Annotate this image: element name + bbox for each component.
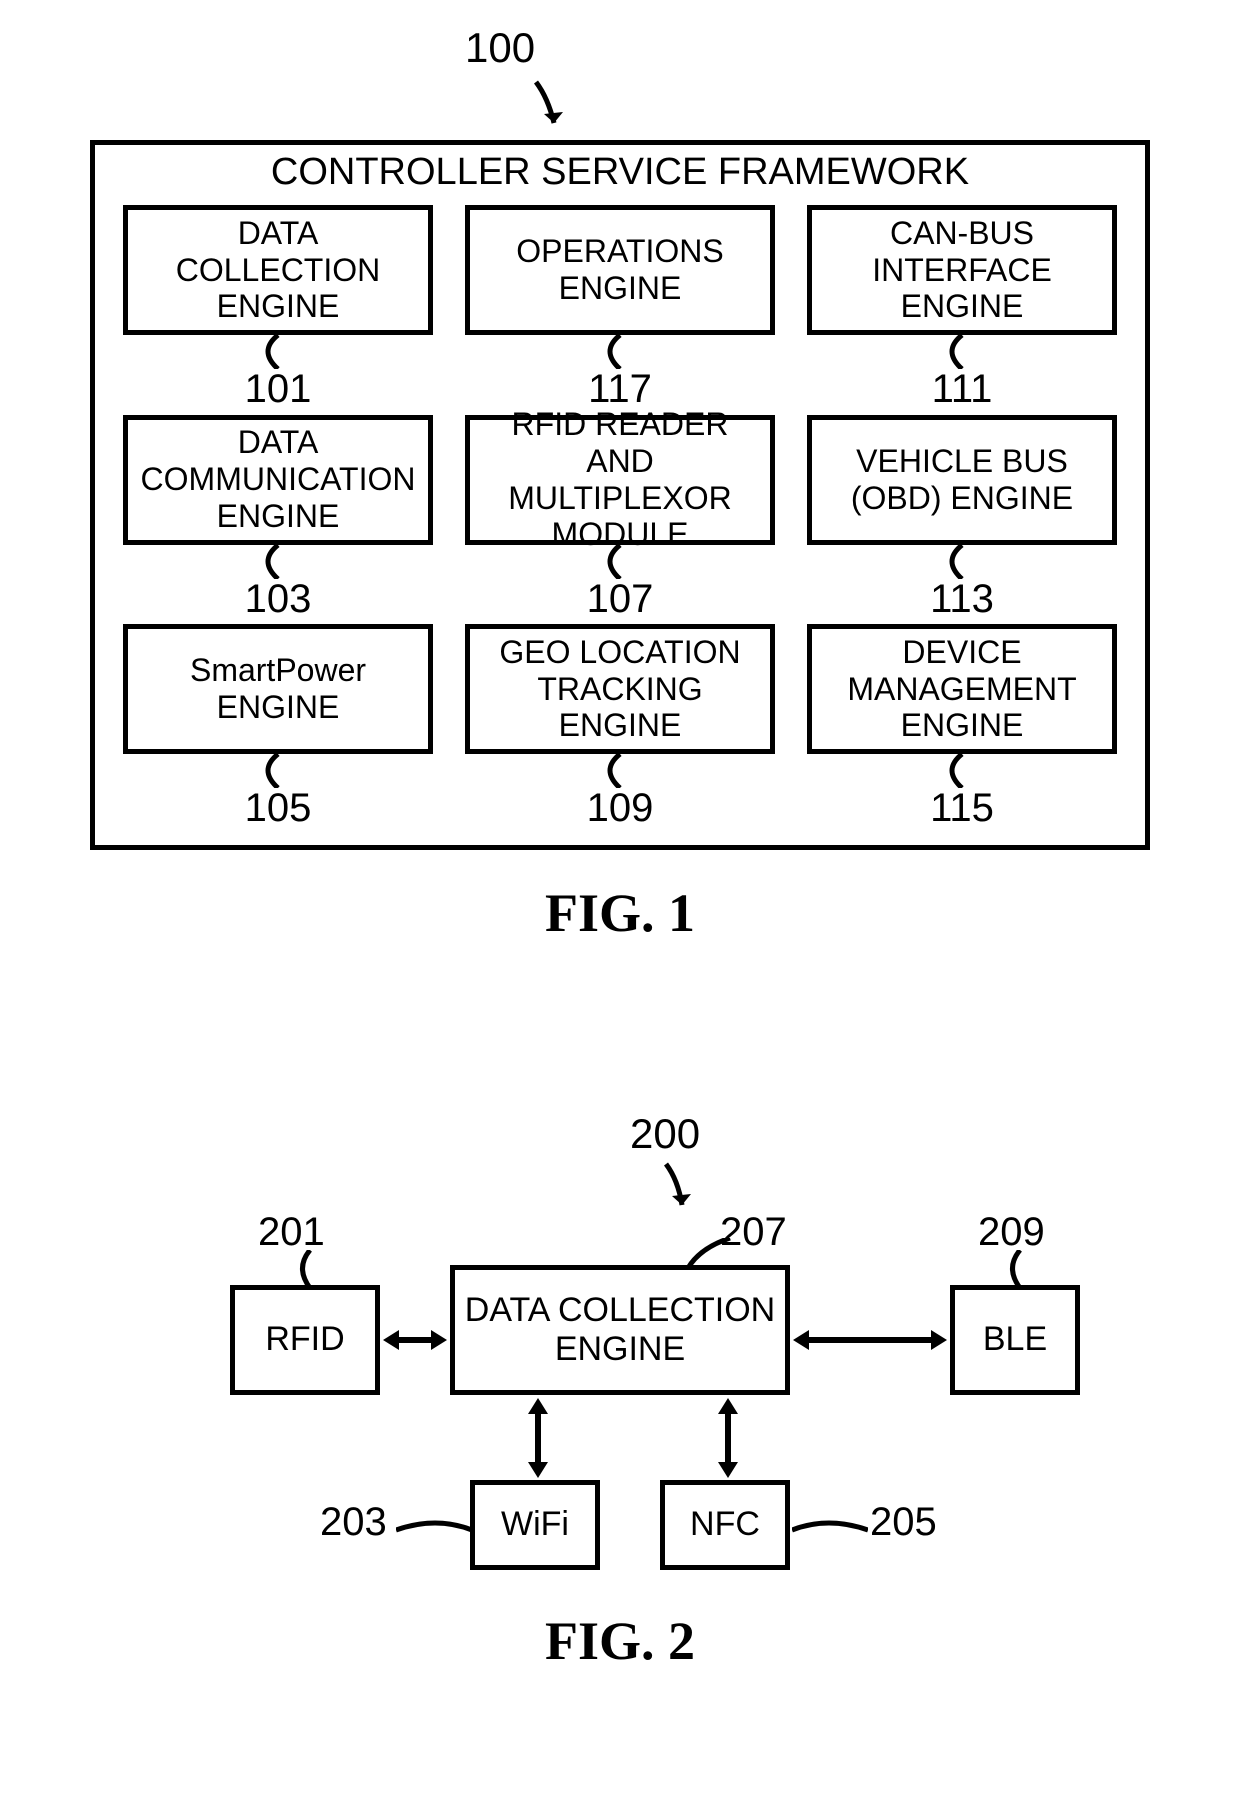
framework-cell: SmartPower ENGINE 105 xyxy=(123,624,433,831)
leader-line xyxy=(932,335,992,369)
framework-cell: OPERATIONS ENGINE 117 xyxy=(465,205,775,412)
leader-line xyxy=(590,754,650,788)
module-box: DATA COMMUNICATION ENGINE xyxy=(123,415,433,545)
module-box: CAN-BUS INTERFACE ENGINE xyxy=(807,205,1117,335)
module-ref: 107 xyxy=(465,577,775,622)
module-box: SmartPower ENGINE xyxy=(123,624,433,754)
nfc-box: NFC xyxy=(660,1480,790,1570)
double-arrow-icon xyxy=(793,1320,947,1360)
module-box: RFID READER AND MULTIPLEXOR MODULE xyxy=(465,415,775,545)
module-box: DATA COLLECTION ENGINE xyxy=(123,205,433,335)
double-arrow-icon xyxy=(708,1398,748,1478)
module-ref: 109 xyxy=(465,786,775,831)
double-arrow-icon xyxy=(518,1398,558,1478)
module-ref: 105 xyxy=(123,786,433,831)
framework-cell: CAN-BUS INTERFACE ENGINE 111 xyxy=(807,205,1117,412)
nfc-ref: 205 xyxy=(870,1500,937,1545)
leader-line xyxy=(248,335,308,369)
framework-cell: RFID READER AND MULTIPLEXOR MODULE 107 xyxy=(465,415,775,622)
module-box: GEO LOCATION TRACKING ENGINE xyxy=(465,624,775,754)
wifi-ref: 203 xyxy=(320,1500,387,1545)
fig2-main-ref: 200 xyxy=(630,1110,700,1158)
module-ref: 103 xyxy=(123,577,433,622)
rfid-ref: 201 xyxy=(258,1210,325,1255)
leader-line xyxy=(590,335,650,369)
framework-cell: VEHICLE BUS (OBD) ENGINE 113 xyxy=(807,415,1117,622)
fig2-container: 200 201 207 209 RFID DATA COLLECTION ENG… xyxy=(0,1110,1240,1710)
module-ref: 111 xyxy=(807,367,1117,412)
fig1-pointer-arrow xyxy=(530,78,570,138)
fig1-main-ref: 100 xyxy=(465,24,535,72)
leader-line xyxy=(396,1516,472,1546)
double-arrow-icon xyxy=(383,1320,447,1360)
diagram-canvas: 100 CONTROLLER SERVICE FRAMEWORK DATA CO… xyxy=(0,0,1240,1804)
leader-line xyxy=(248,754,308,788)
fig2-caption: FIG. 2 xyxy=(0,1610,1240,1672)
leader-line xyxy=(1000,1250,1040,1290)
fig1-caption: FIG. 1 xyxy=(0,882,1240,944)
module-ref: 115 xyxy=(807,786,1117,831)
dce-box: DATA COLLECTION ENGINE xyxy=(450,1265,790,1395)
module-ref: 113 xyxy=(807,577,1117,622)
framework-rows: DATA COLLECTION ENGINE 101 OPERATIONS EN… xyxy=(95,205,1145,835)
leader-line xyxy=(248,545,308,579)
module-box: DEVICE MANAGEMENT ENGINE xyxy=(807,624,1117,754)
fig2-pointer-arrow xyxy=(660,1160,700,1220)
module-box: OPERATIONS ENGINE xyxy=(465,205,775,335)
framework-row: DATA COMMUNICATION ENGINE 103 RFID READE… xyxy=(123,415,1117,622)
framework-title: CONTROLLER SERVICE FRAMEWORK xyxy=(95,151,1145,194)
leader-line xyxy=(932,754,992,788)
framework-cell: DATA COLLECTION ENGINE 101 xyxy=(123,205,433,412)
rfid-box: RFID xyxy=(230,1285,380,1395)
framework-cell: GEO LOCATION TRACKING ENGINE 109 xyxy=(465,624,775,831)
wifi-box: WiFi xyxy=(470,1480,600,1570)
module-box: VEHICLE BUS (OBD) ENGINE xyxy=(807,415,1117,545)
framework-cell: DATA COMMUNICATION ENGINE 103 xyxy=(123,415,433,622)
module-ref: 101 xyxy=(123,367,433,412)
ble-box: BLE xyxy=(950,1285,1080,1395)
framework-row: SmartPower ENGINE 105 GEO LOCATION TRACK… xyxy=(123,624,1117,831)
leader-line xyxy=(932,545,992,579)
framework-container: CONTROLLER SERVICE FRAMEWORK DATA COLLEC… xyxy=(90,140,1150,850)
leader-line xyxy=(792,1516,868,1546)
framework-cell: DEVICE MANAGEMENT ENGINE 115 xyxy=(807,624,1117,831)
ble-ref: 209 xyxy=(978,1210,1045,1255)
framework-row: DATA COLLECTION ENGINE 101 OPERATIONS EN… xyxy=(123,205,1117,412)
leader-line xyxy=(290,1250,330,1290)
